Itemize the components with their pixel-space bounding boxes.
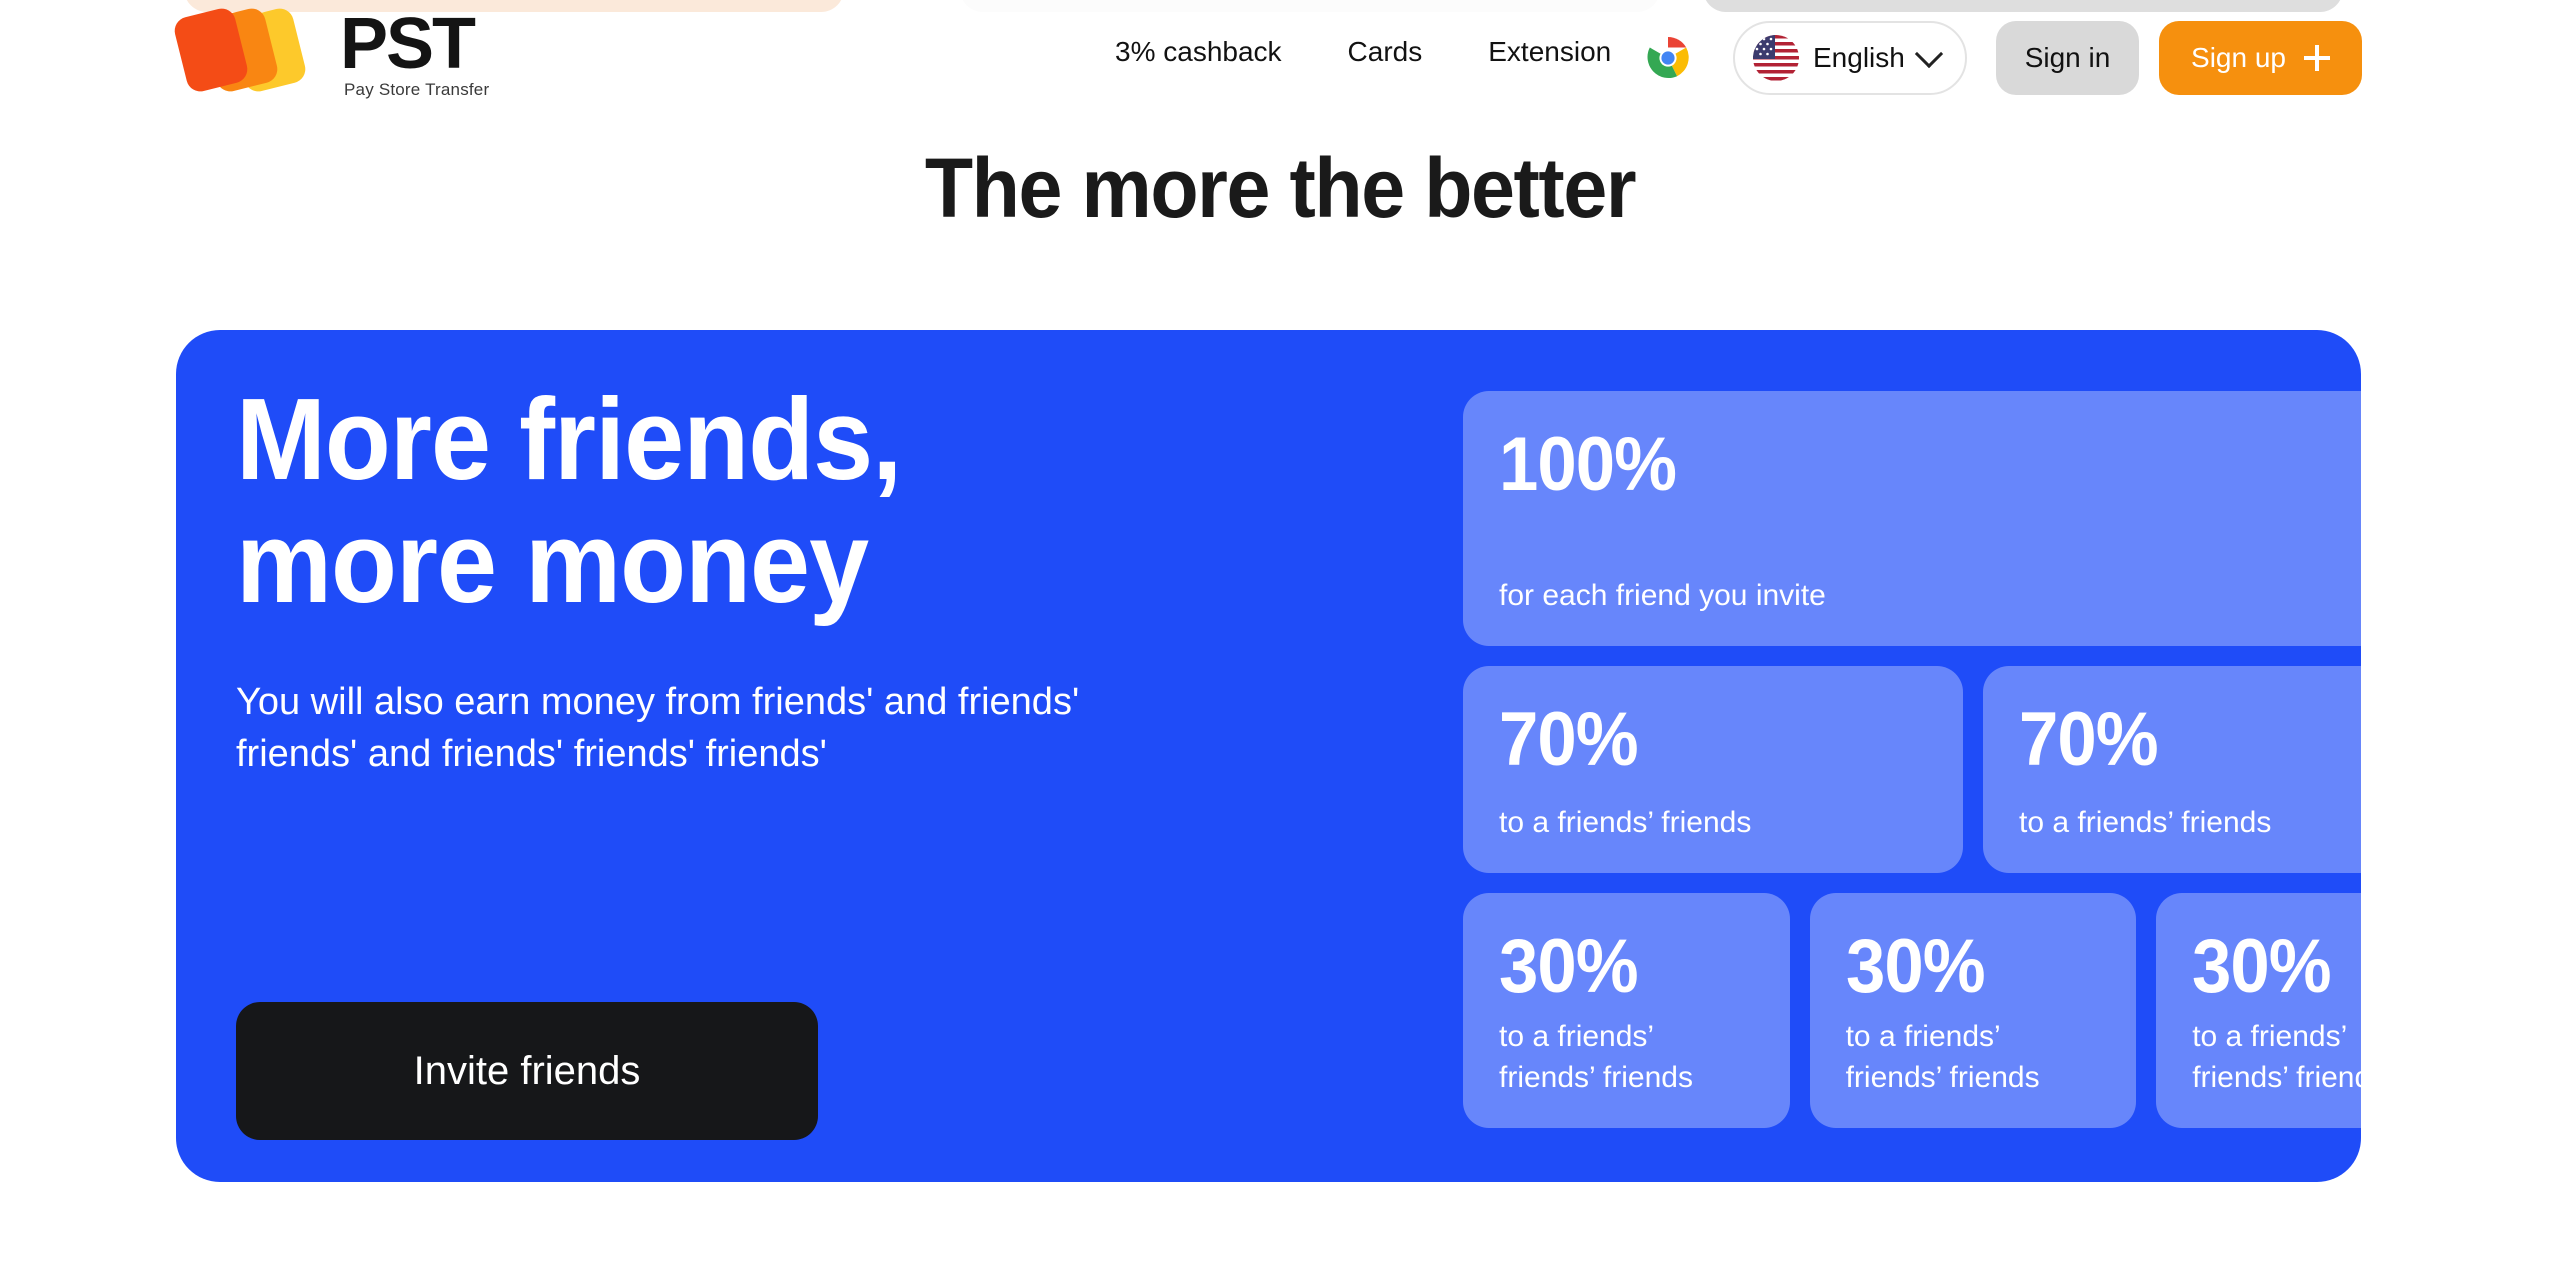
panel-left-column: More friends, more money You will also e… [236,378,1296,781]
us-flag-icon [1753,35,1799,81]
stat-card-100[interactable]: 100% for each friend you invite [1463,391,2361,646]
stat-value: 70% [1499,697,1639,782]
nav-item-cards[interactable]: Cards [1315,36,1456,68]
invite-friends-button[interactable]: Invite friends [236,1002,818,1140]
page-title: The more the better [924,141,1637,235]
language-label: English [1813,42,1905,73]
logo-title: PST [340,4,476,84]
stat-label: for each friend you invite [1499,578,1826,612]
stat-value: 100% [1499,422,1677,507]
plus-icon [2303,45,2330,71]
page-root: PST Pay Store Transfer 3% cashback Cards… [0,0,2560,1286]
sign-in-button[interactable]: Sign in [1996,21,2139,95]
stats-grid: 100% for each friend you invite 70% to a… [1463,391,2361,1128]
nav-item-extension[interactable]: Extension [1455,36,1644,68]
stat-card-70-b[interactable]: 70% to a friends’ friends [1983,666,2361,873]
hero-title: More friends, more money [236,374,902,627]
sign-up-label: Sign up [2191,42,2286,73]
logo-cards-icon [171,5,326,95]
main-nav: 3% cashback Cards Extension [1082,36,1644,68]
chevron-down-icon [1914,39,1943,69]
stat-card-70-a[interactable]: 70% to a friends’ friends [1463,666,1963,873]
chrome-icon[interactable] [1646,36,1690,80]
nav-item-cashback[interactable]: 3% cashback [1082,36,1315,68]
stats-row-2: 70% to a friends’ friends 70% to a frien… [1463,666,2361,873]
stat-label: to a friends’ friends’ friends [1499,1020,1693,1094]
stats-row-1: 100% for each friend you invite [1463,391,2361,646]
stat-label: to a friends’ friends [2019,805,2272,839]
stat-label: to a friends’ friends’ friends [2192,1020,2361,1094]
stat-value: 30% [2192,924,2332,1009]
site-header: PST Pay Store Transfer 3% cashback Cards… [0,0,2560,118]
hero-subtitle: You will also earn money from friends' a… [236,680,1080,776]
stat-card-30-b[interactable]: 30% to a friends’ friends’ friends [1809,893,2137,1128]
stat-value: 30% [1845,924,1986,1009]
referral-panel: More friends, more money You will also e… [176,330,2361,1182]
stat-label: to a friends’ friends’ friends [1845,1020,2040,1094]
stat-card-30-c[interactable]: 30% to a friends’ friends’ friends [2156,893,2361,1128]
sign-up-button[interactable]: Sign up [2159,21,2362,95]
stats-row-3: 30% to a friends’ friends’ friends 30% t… [1463,893,2361,1128]
stat-value: 70% [2019,697,2159,782]
stat-card-30-a[interactable]: 30% to a friends’ friends’ friends [1463,893,1790,1128]
stat-label: to a friends’ friends [1499,805,1752,839]
stat-value: 30% [1499,924,1639,1009]
logo-subtitle: Pay Store Transfer [344,80,490,100]
language-selector[interactable]: English [1733,21,1967,95]
logo[interactable]: PST Pay Store Transfer [171,4,490,100]
